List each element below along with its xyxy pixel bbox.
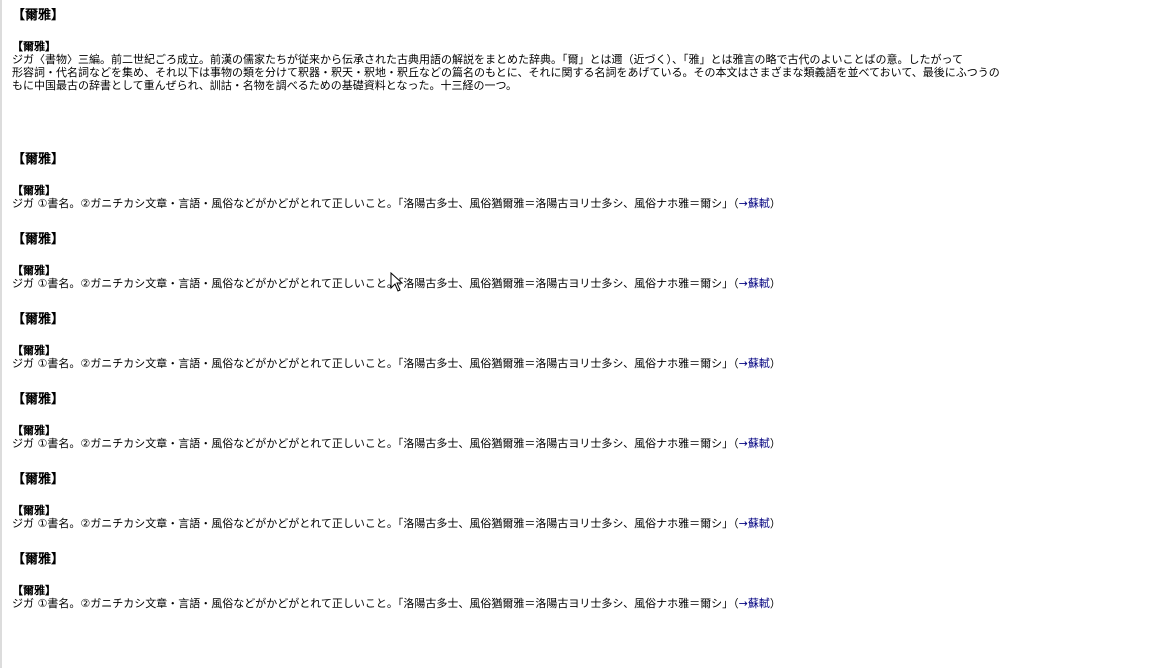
cross-reference-link[interactable]: →蘇軾	[739, 277, 770, 290]
entry-title: 【爾雅】	[12, 8, 65, 23]
entry-headword: 【爾雅】	[12, 264, 56, 277]
entry-definition: ジガ ①書名。②ガニチカシ文章・言語・風俗などがかどがとれて正しいこと。「洛陽古…	[12, 437, 1153, 450]
entry-title: 【爾雅】	[12, 472, 65, 487]
entry-definition: ジガ ①書名。②ガニチカシ文章・言語・風俗などがかどがとれて正しいこと。「洛陽古…	[12, 597, 1153, 610]
cross-reference-link[interactable]: →蘇軾	[739, 517, 770, 530]
entry-headword: 【爾雅】	[12, 424, 56, 437]
cross-reference-link[interactable]: →蘇軾	[739, 357, 770, 370]
definition-close: ）	[769, 357, 781, 370]
left-divider	[0, 0, 2, 668]
cross-reference-link[interactable]: →蘇軾	[739, 437, 770, 450]
entry-definition: ジガ〈書物〉三編。前二世紀ごろ成立。前漢の儒家たちが従来から伝承された古典用語の…	[12, 53, 1153, 92]
dictionary-entry: 【爾雅】 【爾雅】 ジガ ①書名。②ガニチカシ文章・言語・風俗などがかどがとれて…	[12, 312, 1153, 370]
entry-definition: ジガ ①書名。②ガニチカシ文章・言語・風俗などがかどがとれて正しいこと。「洛陽古…	[12, 357, 1153, 370]
definition-line: ジガ〈書物〉三編。前二世紀ごろ成立。前漢の儒家たちが従来から伝承された古典用語の…	[12, 53, 963, 66]
definition-text: ジガ ①書名。②ガニチカシ文章・言語・風俗などがかどがとれて正しいこと。「洛陽古…	[12, 197, 739, 210]
definition-close: ）	[769, 597, 781, 610]
dictionary-entry-main: 【爾雅】 【爾雅】 ジガ〈書物〉三編。前二世紀ごろ成立。前漢の儒家たちが従来から…	[12, 8, 1153, 92]
dictionary-entry: 【爾雅】 【爾雅】 ジガ ①書名。②ガニチカシ文章・言語・風俗などがかどがとれて…	[12, 392, 1153, 450]
definition-text: ジガ ①書名。②ガニチカシ文章・言語・風俗などがかどがとれて正しいこと。「洛陽古…	[12, 597, 739, 610]
mouse-cursor-icon	[390, 272, 404, 292]
entry-title: 【爾雅】	[12, 392, 65, 407]
dictionary-page: 【爾雅】 【爾雅】 ジガ〈書物〉三編。前二世紀ごろ成立。前漢の儒家たちが従来から…	[0, 0, 1153, 668]
entry-headword: 【爾雅】	[12, 40, 56, 53]
entry-title: 【爾雅】	[12, 552, 65, 567]
entry-headword: 【爾雅】	[12, 504, 56, 517]
cross-reference-link[interactable]: →蘇軾	[739, 597, 770, 610]
entry-headword: 【爾雅】	[12, 584, 56, 597]
definition-text: ジガ ①書名。②ガニチカシ文章・言語・風俗などがかどがとれて正しいこと。「洛陽古…	[12, 357, 739, 370]
definition-close: ）	[769, 277, 781, 290]
definition-text: ジガ ①書名。②ガニチカシ文章・言語・風俗などがかどがとれて正しいこと。「洛陽古…	[12, 517, 739, 530]
dictionary-entry: 【爾雅】 【爾雅】 ジガ ①書名。②ガニチカシ文章・言語・風俗などがかどがとれて…	[12, 232, 1153, 290]
entry-title: 【爾雅】	[12, 312, 65, 327]
entry-headword: 【爾雅】	[12, 184, 56, 197]
definition-line: 形容詞・代名詞などを集め、それ以下は事物の類を分けて釈器・釈天・釈地・釈丘などの…	[12, 66, 1000, 79]
entry-title: 【爾雅】	[12, 232, 65, 247]
definition-close: ）	[769, 437, 781, 450]
cross-reference-link[interactable]: →蘇軾	[739, 197, 770, 210]
definition-close: ）	[769, 197, 781, 210]
entry-title: 【爾雅】	[12, 152, 65, 167]
entry-definition: ジガ ①書名。②ガニチカシ文章・言語・風俗などがかどがとれて正しいこと。「洛陽古…	[12, 277, 1153, 290]
entry-definition: ジガ ①書名。②ガニチカシ文章・言語・風俗などがかどがとれて正しいこと。「洛陽古…	[12, 197, 1153, 210]
dictionary-entry: 【爾雅】 【爾雅】 ジガ ①書名。②ガニチカシ文章・言語・風俗などがかどがとれて…	[12, 552, 1153, 610]
definition-close: ）	[769, 517, 781, 530]
dictionary-entry: 【爾雅】 【爾雅】 ジガ ①書名。②ガニチカシ文章・言語・風俗などがかどがとれて…	[12, 472, 1153, 530]
dictionary-entry: 【爾雅】 【爾雅】 ジガ ①書名。②ガニチカシ文章・言語・風俗などがかどがとれて…	[12, 152, 1153, 210]
entry-headword: 【爾雅】	[12, 344, 56, 357]
definition-line: もに中国最古の辞書として重んぜられ、訓詁・名物を調べるための基礎資料となった。十…	[12, 79, 518, 92]
definition-text: ジガ ①書名。②ガニチカシ文章・言語・風俗などがかどがとれて正しいこと。「洛陽古…	[12, 277, 739, 290]
entry-definition: ジガ ①書名。②ガニチカシ文章・言語・風俗などがかどがとれて正しいこと。「洛陽古…	[12, 517, 1153, 530]
definition-text: ジガ ①書名。②ガニチカシ文章・言語・風俗などがかどがとれて正しいこと。「洛陽古…	[12, 437, 739, 450]
